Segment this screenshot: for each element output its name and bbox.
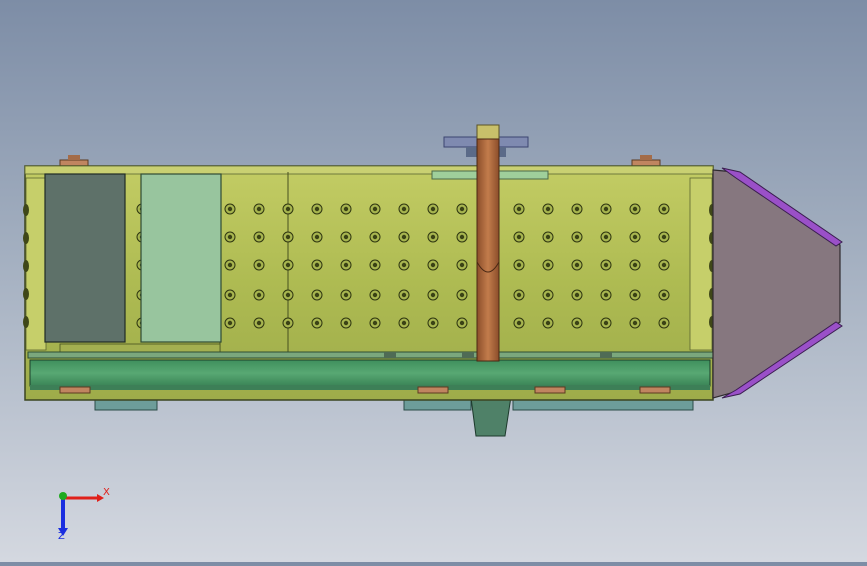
perforation-hole-core	[256, 206, 262, 212]
perforation-hole-core	[459, 320, 465, 326]
perforation-hole-core	[459, 262, 465, 268]
perforation-hole-core	[372, 234, 378, 240]
perforation-hole-core	[401, 262, 407, 268]
perforation-hole-core	[574, 320, 580, 326]
perforation-hole-core	[661, 234, 667, 240]
feed-hopper	[712, 167, 843, 399]
perforation-hole-core	[603, 262, 609, 268]
perforation-hole-core	[545, 320, 551, 326]
perforation-hole-core	[632, 234, 638, 240]
perforation-hole-core	[314, 292, 320, 298]
perforation-hole-core	[516, 234, 522, 240]
perforation-hole-core	[603, 234, 609, 240]
perforation-hole-core	[430, 292, 436, 298]
perforation-hole-core	[227, 320, 233, 326]
perforation-hole-core	[343, 320, 349, 326]
perforation-hole-core	[632, 206, 638, 212]
perforation-hole-core	[430, 262, 436, 268]
perforation-hole-core	[343, 292, 349, 298]
perforation-hole-core	[285, 292, 291, 298]
perforation-hole-core	[430, 320, 436, 326]
perforation-hole-core	[285, 234, 291, 240]
perforation-hole-core	[661, 262, 667, 268]
perforation-hole-core	[459, 206, 465, 212]
perforation-hole-core	[343, 234, 349, 240]
orientation-triad	[58, 492, 104, 536]
perforation-hole-core	[661, 320, 667, 326]
perforation-hole-core	[227, 234, 233, 240]
perforation-hole-core	[227, 262, 233, 268]
perforation-hole-core	[401, 206, 407, 212]
perforation-hole-core	[314, 206, 320, 212]
perforation-hole-core	[661, 292, 667, 298]
cad-viewport[interactable]: X Z	[0, 0, 867, 562]
perforation-hole-core	[343, 206, 349, 212]
perforation-hole-core	[574, 206, 580, 212]
perforation-hole-core	[632, 320, 638, 326]
access-plate-dark	[44, 173, 126, 343]
perforation-hole-core	[372, 262, 378, 268]
perforation-hole-core	[401, 292, 407, 298]
access-plate-light	[140, 173, 222, 343]
perforation-hole-core	[661, 206, 667, 212]
perforation-hole-core	[574, 262, 580, 268]
top-brackets	[59, 136, 661, 168]
perforation-hole-core	[459, 292, 465, 298]
perforation-hole-core	[314, 234, 320, 240]
perforation-hole-core	[516, 292, 522, 298]
perforation-hole-core	[603, 292, 609, 298]
perforation-hole-core	[430, 206, 436, 212]
perforation-hole-core	[545, 292, 551, 298]
perforation-hole-core	[603, 206, 609, 212]
perforation-hole-core	[227, 206, 233, 212]
perforation-hole-core	[603, 320, 609, 326]
perforation-hole-core	[372, 206, 378, 212]
perforation-hole-core	[372, 320, 378, 326]
perforation-hole-core	[516, 206, 522, 212]
perforation-hole-core	[372, 292, 378, 298]
lower-rail	[27, 351, 715, 394]
axis-z-label: Z	[58, 531, 65, 542]
perforation-hole-core	[632, 262, 638, 268]
perforation-hole-core	[574, 292, 580, 298]
perforation-hole-core	[632, 292, 638, 298]
perforation-hole-core	[401, 234, 407, 240]
perforation-hole-core	[401, 320, 407, 326]
perforation-hole-core	[545, 206, 551, 212]
perforation-hole-core	[314, 320, 320, 326]
perforation-hole-core	[285, 262, 291, 268]
perforation-hole-core	[256, 320, 262, 326]
perforation-hole-core	[314, 262, 320, 268]
perforation-hole-core	[256, 234, 262, 240]
perforation-hole-core	[545, 262, 551, 268]
perforation-hole-core	[430, 234, 436, 240]
perforation-hole-core	[285, 206, 291, 212]
perforation-hole-core	[574, 234, 580, 240]
axis-x-label: X	[103, 487, 110, 498]
perforation-hole-core	[516, 262, 522, 268]
perforation-hole-core	[285, 320, 291, 326]
perforation-hole-core	[545, 234, 551, 240]
perforation-hole-core	[227, 292, 233, 298]
drive-shaft[interactable]	[476, 124, 500, 362]
perforation-hole-core	[516, 320, 522, 326]
model-canvas[interactable]	[0, 0, 867, 562]
perforation-hole-core	[343, 262, 349, 268]
perforation-hole-core	[459, 234, 465, 240]
perforation-hole-core	[256, 292, 262, 298]
perforation-hole-core	[256, 262, 262, 268]
